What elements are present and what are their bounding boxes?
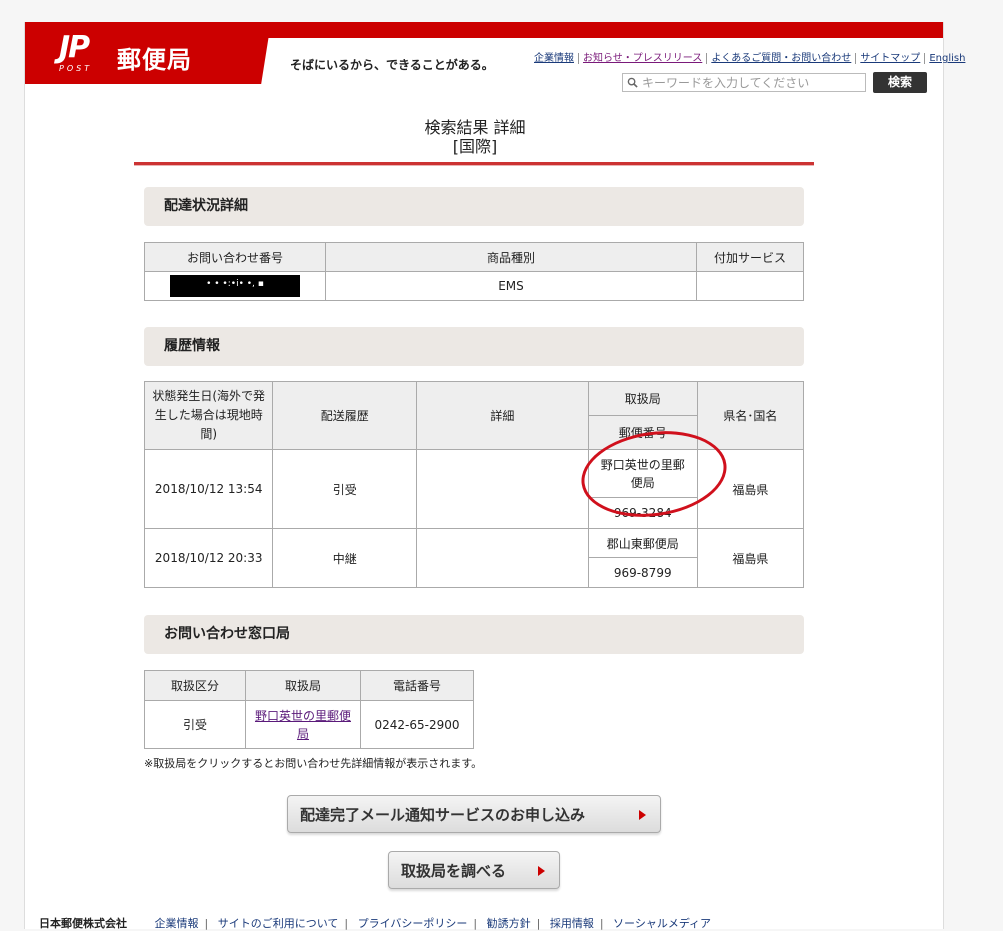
- history-row1-office: 野口英世の里郵便局: [587, 449, 698, 498]
- page-title-line1: 検索結果 詳細: [424, 118, 526, 137]
- link-news[interactable]: お知らせ・プレスリリース: [578, 53, 707, 64]
- title-divider-shadow: [134, 165, 814, 166]
- history-row2-office: 郡山東郵便局: [587, 528, 698, 558]
- history-row1-date: 2018/10/12 13:54: [143, 449, 274, 529]
- delivery-header-type: 商品種別: [325, 242, 697, 272]
- contact-phone: 0242-65-2900: [360, 700, 474, 749]
- section-delivery-heading: 配達状況詳細: [144, 187, 804, 226]
- footer-link-terms[interactable]: サイトのご利用について: [218, 917, 339, 930]
- section-history-heading: 履歴情報: [144, 327, 804, 366]
- history-header-region: 県名･国名: [696, 381, 805, 450]
- history-header-office: 取扱局: [587, 381, 698, 416]
- logo-name: 郵便局: [117, 46, 192, 74]
- contact-header-office: 取扱局: [245, 670, 361, 701]
- link-sitemap[interactable]: サイトマップ: [855, 53, 925, 64]
- history-row2-detail: [416, 528, 589, 588]
- history-header-postal: 郵便番号: [587, 415, 698, 450]
- top-links: 企業情報 お知らせ・プレスリリース よくあるご質問・お問い合わせ サイトマップ Engl…: [531, 49, 970, 64]
- link-corporate[interactable]: 企業情報: [531, 53, 578, 64]
- footer-link-solicitation[interactable]: 勧誘方針: [487, 917, 531, 930]
- footer-link-careers[interactable]: 採用情報: [550, 917, 594, 930]
- contact-note: ※取扱局をクリックするとお問い合わせ先詳細情報が表示されます。: [144, 757, 483, 770]
- page: JP POST 郵便局 そばにいるから、できることがある。 企業情報 お知らせ・プ…: [24, 22, 970, 930]
- search-input[interactable]: キーワードを入力してください: [622, 73, 866, 92]
- page-title: 検索結果 詳細 [国際]: [325, 118, 625, 156]
- mail-notice-label: 配達完了メール通知サービスのお申し込み: [300, 806, 586, 824]
- header: JP POST 郵便局 そばにいるから、できることがある。 企業情報 お知らせ・プ…: [25, 22, 970, 93]
- history-row1-detail: [416, 449, 589, 529]
- footer-company: 日本郵便株式会社: [39, 917, 127, 930]
- find-office-label: 取扱局を調べる: [401, 862, 507, 880]
- tracking-number-redacted: • • •:•i• •, ▪: [170, 275, 300, 297]
- search-button[interactable]: 検索: [873, 72, 927, 93]
- history-row2-date: 2018/10/12 20:33: [143, 528, 274, 588]
- footer-link-social[interactable]: ソーシャルメディア: [613, 917, 711, 930]
- contact-office-link[interactable]: 野口英世の里郵便局: [255, 709, 351, 741]
- arrow-right-icon: [538, 866, 545, 876]
- footer-link-privacy[interactable]: プライバシーポリシー: [358, 917, 468, 930]
- link-faq[interactable]: よくあるご質問・お問い合わせ: [706, 53, 856, 64]
- link-english[interactable]: English: [924, 53, 970, 64]
- contact-header-category: 取扱区分: [144, 670, 246, 701]
- additional-service: [696, 271, 804, 301]
- find-office-button[interactable]: 取扱局を調べる: [388, 851, 560, 889]
- logo-post: POST: [59, 64, 93, 73]
- delivery-table: お問い合わせ番号 商品種別 付加サービス • • •:•i• •, ▪ EMS: [144, 242, 804, 301]
- logo-jp: JP: [59, 30, 90, 65]
- contact-table: 取扱区分 取扱局 電話番号 引受 野口英世の里郵便局 0242-65-2900: [144, 670, 474, 749]
- contact-category: 引受: [144, 700, 246, 749]
- arrow-right-icon: [639, 810, 646, 820]
- tracking-number-cell: • • •:•i• •, ▪: [144, 271, 326, 301]
- tagline: そばにいるから、できることがある。: [290, 58, 494, 72]
- history-header-status: 配送履歴: [272, 381, 418, 450]
- history-row1-postal: 969-3284: [587, 497, 698, 529]
- history-table: 状態発生日(海外で発生した場合は現地時間) 配送履歴 詳細 取扱局 県名･国名 …: [143, 381, 805, 588]
- footer-link-corporate[interactable]: 企業情報: [155, 917, 199, 930]
- search-icon: [627, 77, 638, 88]
- contact-header-phone: 電話番号: [360, 670, 474, 701]
- history-header-date: 状態発生日(海外で発生した場合は現地時間): [143, 381, 274, 450]
- history-row2-postal: 969-8799: [587, 557, 698, 588]
- history-row2-region: 福島県: [696, 528, 805, 588]
- history-row1-region: 福島県: [696, 449, 805, 529]
- page-title-line2: [国際]: [452, 137, 498, 156]
- search-placeholder: キーワードを入力してください: [642, 76, 810, 90]
- history-row2-status: 中継: [272, 528, 418, 588]
- product-type: EMS: [325, 271, 697, 301]
- delivery-header-service: 付加サービス: [696, 242, 804, 272]
- mail-notice-button[interactable]: 配達完了メール通知サービスのお申し込み: [287, 795, 661, 833]
- delivery-header-number: お問い合わせ番号: [144, 242, 326, 272]
- contact-office-cell: 野口英世の里郵便局: [245, 700, 361, 749]
- history-header-detail: 詳細: [416, 381, 589, 450]
- section-contact-heading: お問い合わせ窓口局: [144, 615, 804, 654]
- logo[interactable]: JP POST 郵便局: [25, 22, 271, 84]
- history-row1-status: 引受: [272, 449, 418, 529]
